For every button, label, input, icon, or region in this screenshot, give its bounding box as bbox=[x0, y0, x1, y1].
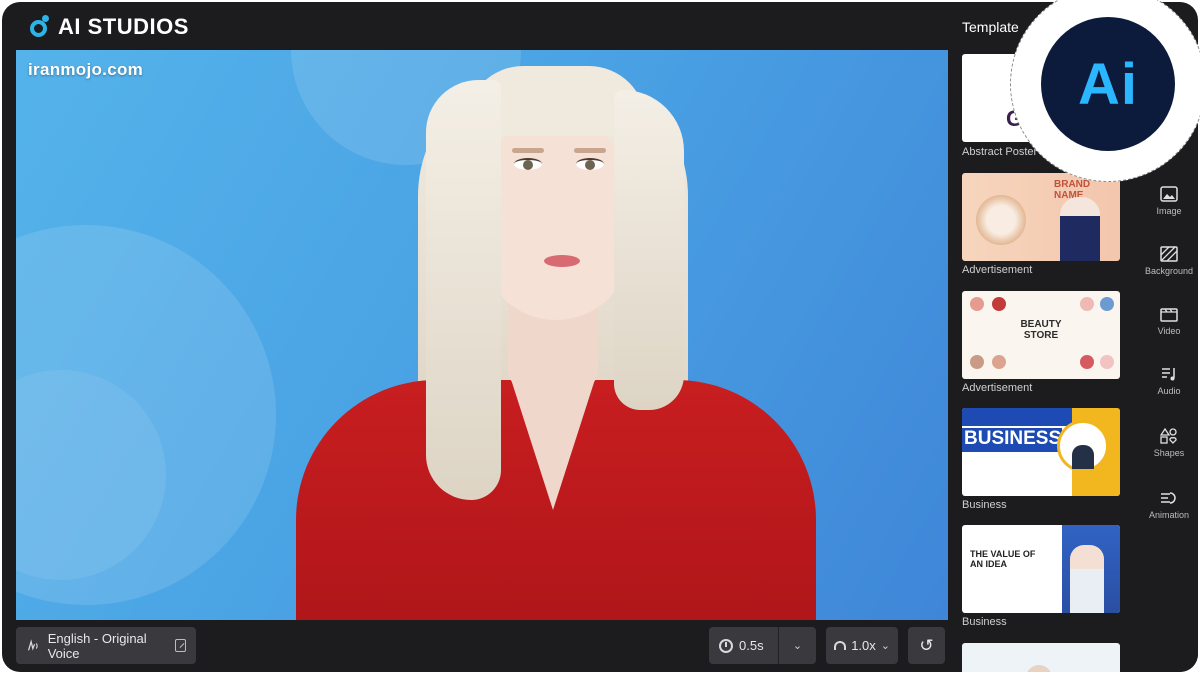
background-icon bbox=[1160, 246, 1178, 262]
template-label: Advertisement bbox=[962, 264, 1033, 276]
voice-label: English - Original Voice bbox=[47, 630, 147, 661]
brand-logo: AI STUDIOS bbox=[28, 12, 189, 42]
ai-badge-text: Ai bbox=[1078, 51, 1138, 117]
image-icon bbox=[1160, 186, 1178, 202]
animation-icon bbox=[1161, 492, 1176, 504]
template-label: Abstract Poster bbox=[962, 146, 1038, 158]
tool-label: Audio bbox=[1157, 386, 1181, 396]
clock-icon bbox=[719, 638, 733, 653]
speedometer-icon bbox=[834, 641, 847, 650]
template-label: Business bbox=[962, 616, 1007, 628]
tool-label: Animation bbox=[1148, 510, 1190, 520]
template-label: Business bbox=[962, 499, 1007, 511]
template-card[interactable]: BEAUTY STORE bbox=[962, 291, 1120, 379]
tool-rail: Image Background Video Audio Shapes Anim… bbox=[1138, 172, 1198, 672]
bottom-toolbar: English - Original Voice 0.5s ⌄ 1.0x ⌄ ↺ bbox=[16, 622, 948, 670]
voice-select-button[interactable]: English - Original Voice bbox=[16, 627, 196, 664]
template-preview-text: BUSINESS bbox=[962, 428, 1062, 452]
shapes-icon bbox=[1160, 428, 1177, 444]
tool-label: Image bbox=[1156, 206, 1182, 216]
template-preview-text: BEAUTY STORE bbox=[1020, 319, 1062, 341]
chevron-down-icon[interactable]: ⌄ bbox=[779, 639, 816, 652]
tool-shapes[interactable]: Shapes bbox=[1138, 428, 1198, 458]
pause-duration-control[interactable]: 0.5s ⌄ bbox=[709, 627, 816, 664]
tool-audio[interactable]: Audio bbox=[1138, 366, 1198, 396]
tool-label: Background bbox=[1144, 266, 1194, 276]
tool-label: Video bbox=[1157, 326, 1181, 336]
template-preview-text: THE VALUE OF AN IDEA bbox=[970, 549, 1036, 569]
app-title: AI STUDIOS bbox=[58, 14, 189, 39]
tool-animation[interactable]: Animation bbox=[1138, 490, 1198, 520]
watermark-text: iranmojo.com bbox=[28, 60, 144, 79]
video-canvas[interactable] bbox=[16, 50, 948, 620]
template-card[interactable]: THE VALUE OF AN IDEA bbox=[962, 525, 1120, 613]
templates-title: Template bbox=[962, 19, 1019, 35]
ai-studios-logo-icon bbox=[28, 15, 52, 39]
speed-control[interactable]: 1.0x ⌄ bbox=[826, 627, 898, 664]
chevron-down-icon: ⌄ bbox=[880, 640, 890, 652]
template-card[interactable] bbox=[962, 643, 1120, 672]
tool-video[interactable]: Video bbox=[1138, 306, 1198, 336]
tool-label: Shapes bbox=[1153, 448, 1185, 458]
tool-image[interactable]: Image bbox=[1138, 186, 1198, 216]
speed-value: 1.0x bbox=[851, 638, 876, 653]
avatar-face bbox=[481, 120, 631, 320]
reset-icon: ↺ bbox=[919, 635, 934, 655]
pause-value: 0.5s bbox=[739, 638, 764, 653]
voice-wave-icon bbox=[27, 638, 38, 651]
template-label: Advertisement bbox=[962, 382, 1033, 394]
screenshot-frame: AI STUDIOS iranmojo.com English - Origin… bbox=[0, 0, 1200, 675]
audio-icon bbox=[1162, 368, 1175, 381]
ai-logo-icon: Ai bbox=[1041, 17, 1175, 151]
video-icon bbox=[1160, 308, 1178, 322]
ai-avatar[interactable] bbox=[276, 50, 836, 620]
reset-button[interactable]: ↺ bbox=[908, 627, 945, 664]
template-card[interactable]: BRAND NAME bbox=[962, 173, 1120, 261]
external-link-icon[interactable] bbox=[174, 639, 187, 652]
template-card[interactable]: BUSINESS bbox=[962, 408, 1120, 496]
tool-background[interactable]: Background bbox=[1138, 246, 1198, 276]
